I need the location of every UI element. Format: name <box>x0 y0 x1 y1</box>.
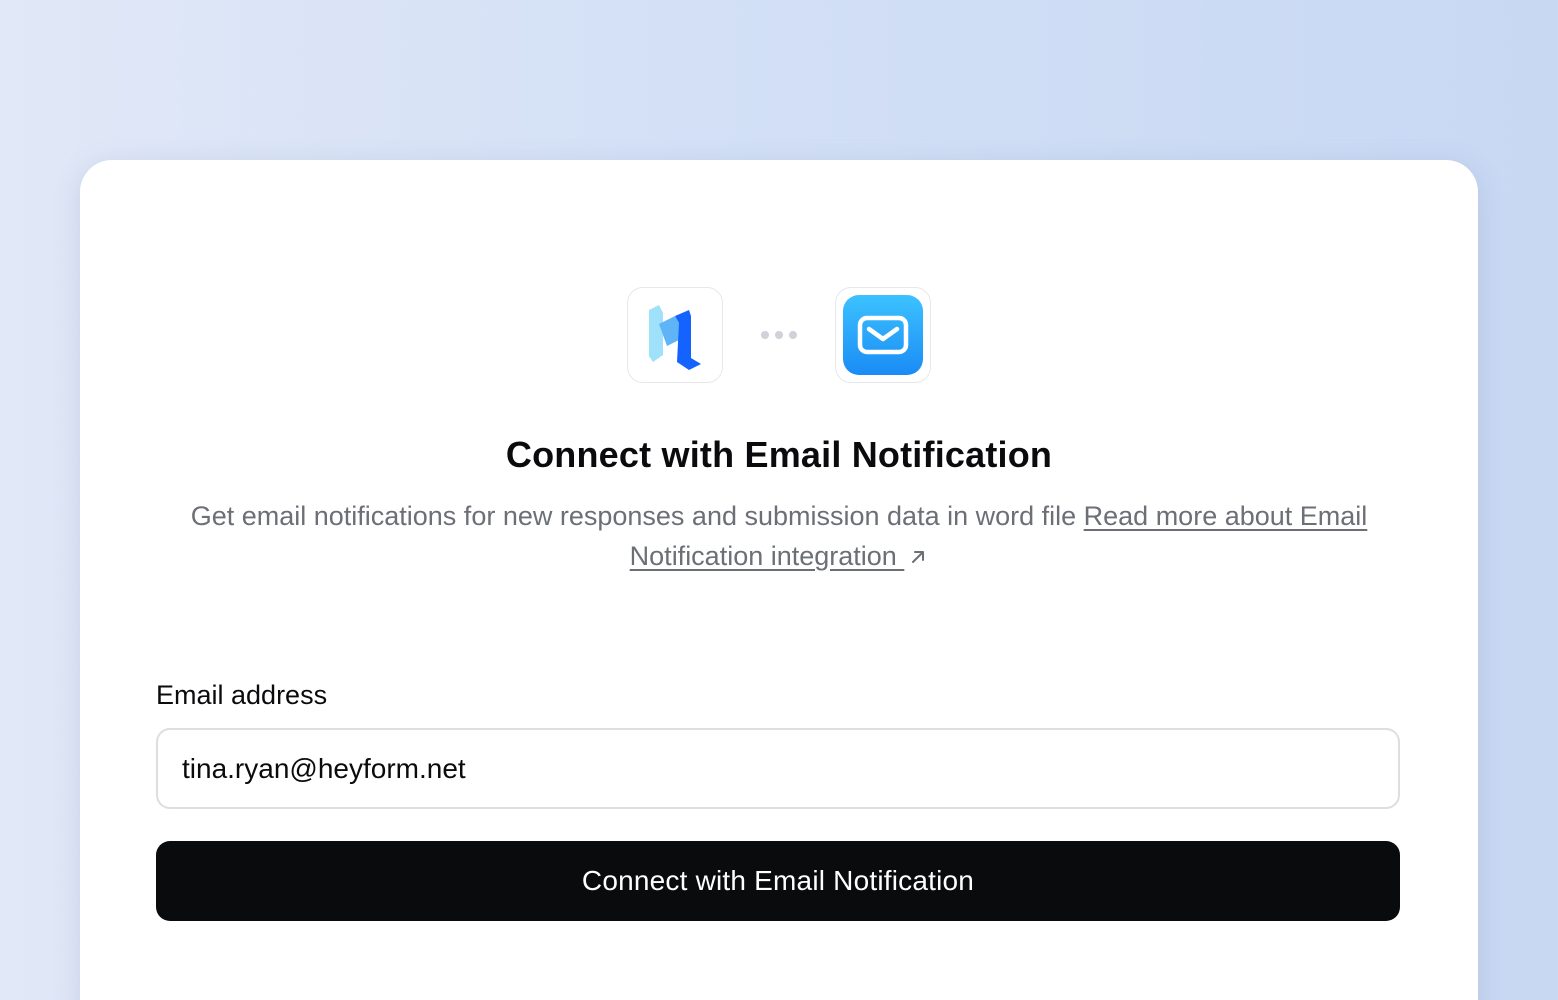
connect-button[interactable]: Connect with Email Notification <box>156 841 1400 921</box>
description-text: Get email notifications for new response… <box>190 501 1084 531</box>
page-title: Connect with Email Notification <box>505 434 1053 475</box>
integration-description: Get email notifications for new response… <box>150 496 1408 576</box>
email-label: Email address <box>156 680 328 710</box>
email-input[interactable] <box>156 728 1400 809</box>
connector-dot <box>789 331 797 339</box>
email-app-tile <box>843 295 923 375</box>
external-arrow-icon <box>912 551 925 563</box>
heyform-logo-box <box>627 287 723 383</box>
email-app-logo-box <box>835 287 931 383</box>
connector-dot <box>761 331 769 339</box>
connector-dot <box>775 331 783 339</box>
heyform-logo-icon <box>649 305 701 370</box>
integration-card: Connect with Email Notification Get emai… <box>80 160 1478 1000</box>
connector-dots <box>723 331 835 339</box>
integration-logos <box>80 287 1478 383</box>
mail-envelope-icon <box>857 315 909 355</box>
